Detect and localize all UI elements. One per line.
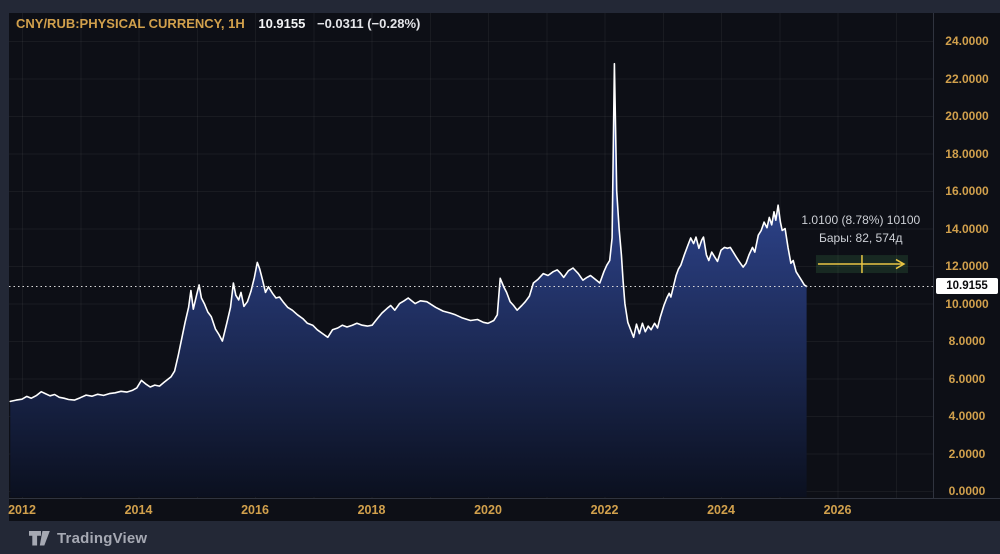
measure-bars-text: Бары: 82, 574д — [801, 229, 920, 247]
symbol-title[interactable]: CNY/RUB:PHYSICAL CURRENCY, 1H — [16, 16, 245, 31]
time-axis-label: 2012 — [8, 503, 36, 517]
tradingview-logo[interactable]: TradingView — [29, 529, 147, 547]
measure-tool-labels: 1.0100 (8.78%) 10100 Бары: 82, 574д — [801, 211, 920, 247]
current-price-label: 10.9155 — [936, 278, 998, 294]
price-axis-label: 10.0000 — [937, 297, 997, 311]
price-axis-label: 6.0000 — [937, 372, 997, 386]
price-axis-label: 22.0000 — [937, 72, 997, 86]
time-axis-label: 2020 — [474, 503, 502, 517]
area-fill — [10, 64, 806, 497]
time-axis-label: 2016 — [241, 503, 269, 517]
last-price-value: 10.9155 — [258, 16, 305, 31]
price-axis-label: 14.0000 — [937, 222, 997, 236]
chart-widget: 24.0000 22.0000 20.0000 18.0000 16.0000 14.00… — [9, 13, 1000, 521]
price-change-value: −0.0311 (−0.28%) — [317, 16, 420, 31]
price-chart-canvas[interactable] — [9, 13, 933, 498]
chart-legend: CNY/RUB:PHYSICAL CURRENCY, 1H 10.9155 −0… — [16, 16, 420, 31]
tradingview-logo-text: TradingView — [57, 530, 147, 547]
price-axis-label: 4.0000 — [937, 409, 997, 423]
price-axis-label: 0.0000 — [937, 484, 997, 498]
price-axis-label: 12.0000 — [937, 259, 997, 273]
time-axis-label: 2024 — [707, 503, 735, 517]
price-axis-label: 24.0000 — [937, 34, 997, 48]
time-axis-label: 2018 — [358, 503, 386, 517]
tradingview-snapshot: 24.0000 22.0000 20.0000 18.0000 16.0000 14.00… — [0, 0, 1000, 554]
tradingview-logo-icon — [29, 531, 50, 546]
time-axis-label: 2014 — [125, 503, 153, 517]
price-axis-label: 20.0000 — [937, 109, 997, 123]
time-axis-label: 2022 — [591, 503, 619, 517]
measure-change-text: 1.0100 (8.78%) 10100 — [801, 211, 920, 229]
price-axis-label: 18.0000 — [937, 147, 997, 161]
price-axis-label: 16.0000 — [937, 184, 997, 198]
price-axis-label: 2.0000 — [937, 447, 997, 461]
time-axis[interactable]: 2012 2014 2016 2018 2020 2022 2024 2026 — [9, 498, 1000, 522]
price-axis-label: 8.0000 — [937, 334, 997, 348]
time-axis-label: 2026 — [824, 503, 852, 517]
price-axis[interactable]: 24.0000 22.0000 20.0000 18.0000 16.0000 14.00… — [933, 13, 1000, 498]
